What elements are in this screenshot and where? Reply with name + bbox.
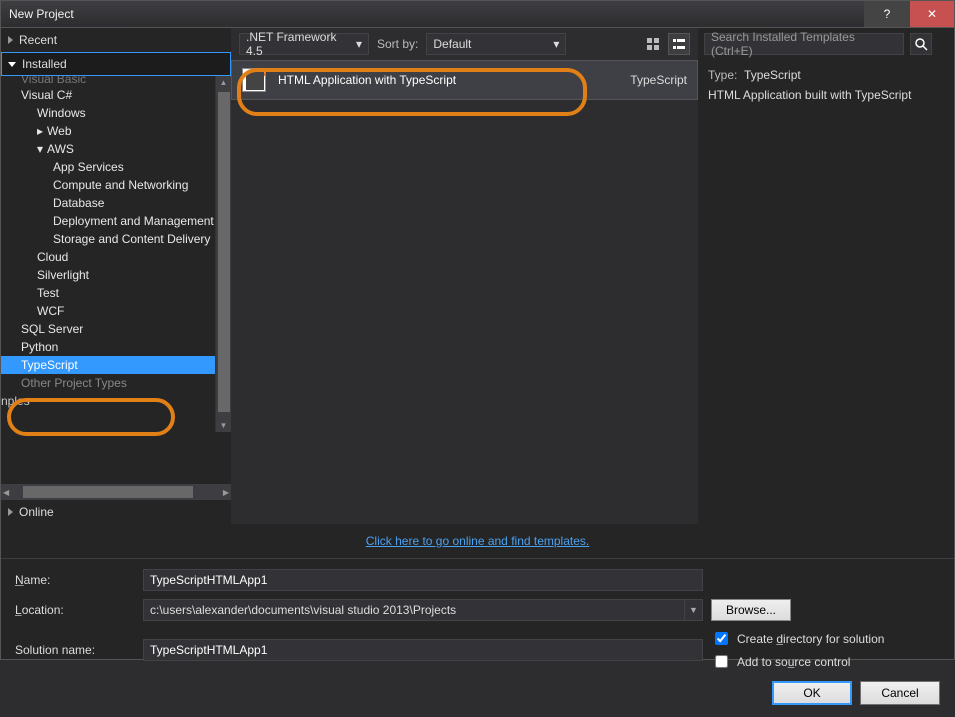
- name-label: Name:: [15, 573, 135, 587]
- chevron-down-icon: ▾: [37, 142, 43, 156]
- chevron-right-icon: [8, 36, 13, 44]
- sort-by-label: Sort by:: [377, 37, 418, 51]
- sort-value: Default: [433, 37, 471, 51]
- create-dir-label: Create directory for solution: [737, 632, 884, 646]
- tree-item-windows[interactable]: Windows: [1, 104, 215, 122]
- installed-header[interactable]: Installed: [1, 52, 231, 76]
- location-dropdown[interactable]: ▼: [685, 599, 703, 621]
- scroll-right-icon: ▶: [223, 488, 229, 497]
- chevron-down-icon: ▼: [689, 605, 698, 615]
- close-icon: ✕: [927, 7, 937, 21]
- window-title: New Project: [9, 7, 74, 21]
- online-header[interactable]: Online: [1, 500, 231, 524]
- tree-item-typescript[interactable]: TypeScript: [1, 356, 215, 374]
- left-panel: Recent Installed Visual Basic Visual C# …: [1, 28, 231, 524]
- ok-button[interactable]: OK: [772, 681, 852, 705]
- template-icon: TS: [242, 68, 266, 92]
- tree-item-other[interactable]: Other Project Types: [1, 374, 215, 392]
- solution-name-input[interactable]: [143, 639, 703, 661]
- template-details: Type: TypeScript HTML Application built …: [698, 60, 938, 116]
- template-description: HTML Application built with TypeScript: [708, 88, 928, 102]
- tree-item-aws-compute[interactable]: Compute and Networking: [1, 176, 215, 194]
- tree-item-aws-deploy[interactable]: Deployment and Management: [1, 212, 215, 230]
- recent-header[interactable]: Recent: [1, 28, 231, 52]
- tree-item-sql[interactable]: SQL Server: [1, 320, 215, 338]
- scroll-thumb[interactable]: [218, 92, 230, 412]
- chevron-down-icon: ▾: [356, 37, 362, 51]
- search-button[interactable]: [910, 33, 932, 55]
- location-label: Location:: [15, 603, 135, 617]
- dialog-body: Recent Installed Visual Basic Visual C# …: [0, 28, 955, 660]
- framework-value: .NET Framework 4.5: [246, 30, 350, 58]
- framework-select[interactable]: .NET Framework 4.5 ▾: [239, 33, 369, 55]
- template-language: TypeScript: [630, 73, 687, 87]
- template-row-html-typescript[interactable]: TS HTML Application with TypeScript Type…: [231, 60, 698, 100]
- online-label: Online: [19, 505, 54, 519]
- cancel-button[interactable]: Cancel: [860, 681, 940, 705]
- tree-item-aws-storage[interactable]: Storage and Content Delivery: [1, 230, 215, 248]
- close-button[interactable]: ✕: [909, 1, 954, 27]
- right-panel: Search Installed Templates (Ctrl+E) Type…: [698, 28, 938, 524]
- tree-item-aws-app[interactable]: App Services: [1, 158, 215, 176]
- scroll-down-icon: ▼: [220, 421, 228, 430]
- scroll-thumb[interactable]: [23, 486, 193, 498]
- grid-icon: [646, 37, 660, 51]
- source-control-label: Add to source control: [737, 655, 850, 669]
- tree-item-aws[interactable]: ▾AWS: [1, 140, 215, 158]
- tree-item-wcf[interactable]: WCF: [1, 302, 215, 320]
- tree-item-test[interactable]: Test: [1, 284, 215, 302]
- location-input[interactable]: [143, 599, 685, 621]
- search-placeholder: Search Installed Templates (Ctrl+E): [711, 30, 897, 58]
- browse-button[interactable]: Browse...: [711, 599, 791, 621]
- type-label: Type:: [708, 68, 737, 82]
- solution-name-label: Solution name:: [15, 643, 135, 657]
- vertical-scrollbar[interactable]: ▲ ▼: [215, 76, 231, 432]
- template-list: TS HTML Application with TypeScript Type…: [231, 60, 698, 524]
- grid-view-button[interactable]: [642, 33, 664, 55]
- template-name: HTML Application with TypeScript: [278, 73, 456, 87]
- chevron-down-icon: [8, 62, 16, 67]
- template-tree: Visual Basic Visual C# Windows ▸Web ▾AWS…: [1, 76, 215, 484]
- titlebar: New Project ? ✕: [0, 0, 955, 28]
- tree-item-cloud[interactable]: Cloud: [1, 248, 215, 266]
- go-online-row: Click here to go online and find templat…: [1, 524, 954, 558]
- chevron-right-icon: [8, 508, 13, 516]
- name-input[interactable]: [143, 569, 703, 591]
- sort-select[interactable]: Default ▾: [426, 33, 566, 55]
- list-view-button[interactable]: [668, 33, 690, 55]
- recent-label: Recent: [19, 33, 57, 47]
- tree-item-aws-database[interactable]: Database: [1, 194, 215, 212]
- middle-panel: .NET Framework 4.5 ▾ Sort by: Default ▾: [231, 28, 698, 524]
- scroll-left-icon: ◀: [3, 488, 9, 497]
- chevron-right-icon: ▸: [37, 124, 43, 138]
- search-input[interactable]: Search Installed Templates (Ctrl+E): [704, 33, 904, 55]
- help-icon: ?: [884, 7, 891, 21]
- chevron-down-icon: ▾: [553, 37, 559, 51]
- middle-toolbar: .NET Framework 4.5 ▾ Sort by: Default ▾: [231, 28, 698, 60]
- horizontal-scrollbar[interactable]: ◀ ▶: [1, 484, 231, 500]
- tree-item[interactable]: Visual Basic: [1, 76, 215, 86]
- tree-item-python[interactable]: Python: [1, 338, 215, 356]
- scroll-up-icon: ▲: [220, 78, 228, 87]
- list-icon: [672, 37, 686, 51]
- tree-item-silverlight[interactable]: Silverlight: [1, 266, 215, 284]
- tree-item[interactable]: nples: [1, 392, 215, 410]
- source-control-checkbox[interactable]: [715, 655, 728, 668]
- tree-item-visual-csharp[interactable]: Visual C#: [1, 86, 215, 104]
- search-icon: [914, 37, 928, 51]
- tree-item-web[interactable]: ▸Web: [1, 122, 215, 140]
- installed-label: Installed: [22, 57, 67, 71]
- help-button[interactable]: ?: [864, 1, 909, 27]
- create-dir-checkbox[interactable]: [715, 632, 728, 645]
- type-value: TypeScript: [744, 68, 801, 82]
- go-online-link[interactable]: Click here to go online and find templat…: [366, 534, 589, 548]
- bottom-form: Name: Location: ▼ Browse... Solution nam…: [1, 558, 954, 717]
